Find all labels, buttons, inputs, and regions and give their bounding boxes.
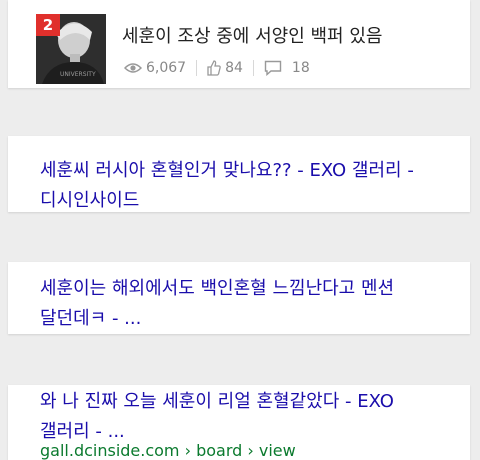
result-title-line: 달던데ㅋ - ... xyxy=(40,308,142,329)
result-title-line: 세훈이는 해외에서도 백인혼혈 느낌난다고 멘션 xyxy=(40,278,395,299)
trending-post-card[interactable]: UNIVERSITY 2 세훈이 조상 중에 서양인 백퍼 있음 6,067 8… xyxy=(8,0,470,88)
result-title-link[interactable]: 와 나 진짜 오늘 세훈이 리얼 혼혈같았다 - EXO 갤러리 - ... xyxy=(40,387,465,447)
likes-stat: 84 xyxy=(207,60,243,76)
search-result-card[interactable]: 와 나 진짜 오늘 세훈이 리얼 혼혈같았다 - EXO 갤러리 - ... g… xyxy=(8,385,470,460)
rank-badge: 2 xyxy=(36,14,60,36)
result-title-link[interactable]: 세훈씨 러시아 혼혈인거 맞나요?? - EXO 갤러리 - 디시인사이드 xyxy=(40,156,465,216)
views-stat: 6,067 xyxy=(124,60,186,76)
result-url[interactable]: gall.dcinside.com › board › view xyxy=(40,441,296,460)
search-result-card[interactable]: 세훈씨 러시아 혼혈인거 맞나요?? - EXO 갤러리 - 디시인사이드 xyxy=(8,136,470,212)
result-title-line: 디시인사이드 xyxy=(40,190,140,211)
svg-text:UNIVERSITY: UNIVERSITY xyxy=(60,71,96,78)
thumbs-up-icon xyxy=(207,60,221,76)
views-count: 6,067 xyxy=(146,60,187,76)
likes-count: 84 xyxy=(225,60,243,76)
stat-divider xyxy=(196,60,198,76)
post-stats: 6,067 84 18 xyxy=(124,58,310,78)
result-title-line: 세훈씨 러시아 혼혈인거 맞나요?? - EXO 갤러리 - xyxy=(40,160,414,181)
result-title-line: 와 나 진짜 오늘 세훈이 리얼 혼혈같았다 - EXO xyxy=(40,391,394,412)
eye-icon xyxy=(124,63,142,73)
post-title[interactable]: 세훈이 조상 중에 서양인 백퍼 있음 xyxy=(122,22,382,48)
stat-divider xyxy=(252,60,254,76)
comment-icon xyxy=(264,60,282,76)
search-result-card[interactable]: 세훈이는 해외에서도 백인혼혈 느낌난다고 멘션 달던데ㅋ - ... xyxy=(8,262,470,334)
comments-count: 18 xyxy=(291,60,310,76)
result-title-link[interactable]: 세훈이는 해외에서도 백인혼혈 느낌난다고 멘션 달던데ㅋ - ... xyxy=(40,274,465,334)
comments-stat: 18 xyxy=(264,60,310,76)
